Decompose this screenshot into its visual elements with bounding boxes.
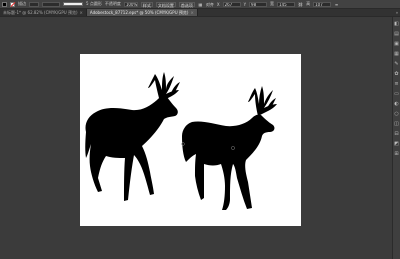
w-label: 宽 — [270, 1, 275, 6]
right-panel-dock: ◧ ▤ ▣ ▦ ✎ ✿ ≡ ▭ ◐ ○ ◫ ⊟ ◩ ⊞ — [392, 17, 400, 259]
deer-artwork[interactable] — [80, 54, 301, 226]
close-icon[interactable]: × — [80, 9, 83, 16]
align-grid-icon[interactable]: ▦ — [198, 2, 203, 7]
gradient-icon[interactable]: ▭ — [394, 91, 400, 97]
menu-icon[interactable]: ≡ — [334, 2, 339, 7]
tab-document-2[interactable]: Adobestock_87712.eps* @ 50% (CMYK/GPU 预览… — [86, 9, 198, 16]
x-label: X — [216, 1, 220, 7]
opacity-label[interactable]: 不透明度 — [105, 1, 121, 8]
swatches-icon[interactable]: ▦ — [394, 51, 400, 57]
link-proportions-icon[interactable]: ⛓ — [298, 2, 303, 7]
transparency-icon[interactable]: ◐ — [394, 101, 400, 107]
transform-icon[interactable]: ⊞ — [394, 151, 400, 157]
fill-swatch[interactable] — [2, 1, 7, 8]
control-bar: 描边 5 点圆形 不透明度 100% 样式 文档设置 首选项 ▦ 对齐 X 26… — [0, 0, 400, 9]
tab-label: 未标题-1* @ 62.82% (CMYK/GPU 预览) — [3, 10, 78, 15]
layers-icon[interactable]: ◧ — [394, 21, 400, 27]
y-field[interactable]: 98 mm — [249, 1, 268, 7]
tab-label: Adobestock_87712.eps* @ 50% (CMYK/GPU 预览… — [89, 10, 189, 15]
artboard[interactable] — [80, 54, 301, 226]
properties-icon[interactable]: ▤ — [394, 31, 400, 37]
stroke-none-icon[interactable] — [10, 1, 15, 7]
x-field[interactable]: 267 mm — [222, 1, 241, 7]
variable-width-field[interactable] — [42, 1, 60, 7]
preferences-button[interactable]: 首选项 — [178, 1, 195, 8]
document-tabs: 未标题-1* @ 62.82% (CMYK/GPU 预览) × Adobesto… — [0, 9, 400, 17]
appearance-icon[interactable]: ○ — [394, 111, 400, 117]
fill-color-icon[interactable] — [2, 1, 7, 7]
brush-label: 5 点圆形 — [86, 1, 102, 6]
deer-silhouette-left[interactable] — [85, 72, 180, 201]
style-button[interactable]: 样式 — [140, 1, 153, 8]
stroke-weight-field[interactable] — [29, 1, 39, 7]
collapse-panels-icon[interactable]: » — [394, 9, 400, 16]
stroke-swatch[interactable] — [10, 1, 15, 8]
brush-preview[interactable] — [63, 2, 83, 6]
symbols-icon[interactable]: ✿ — [394, 71, 400, 77]
libraries-icon[interactable]: ▣ — [394, 41, 400, 47]
close-icon[interactable]: × — [190, 9, 193, 16]
y-label: Y — [243, 1, 247, 7]
h-label: 高 — [306, 1, 311, 6]
tab-document-1[interactable]: 未标题-1* @ 62.82% (CMYK/GPU 预览) × — [0, 9, 87, 16]
graphic-styles-icon[interactable]: ◫ — [394, 121, 400, 127]
doc-setup-button[interactable]: 文档设置 — [155, 1, 176, 8]
stroke-label: 描边 — [18, 1, 26, 6]
deer-silhouette-right[interactable] — [182, 86, 277, 210]
align-label[interactable]: 对齐 — [206, 2, 214, 7]
brushes-icon[interactable]: ✎ — [394, 61, 400, 67]
w-field[interactable]: 145 mm — [277, 1, 296, 7]
canvas-workspace[interactable] — [0, 17, 400, 259]
h-field[interactable]: 107 mm — [313, 1, 332, 7]
stroke-icon[interactable]: ≡ — [394, 81, 400, 87]
pathfinder-icon[interactable]: ◩ — [394, 141, 400, 147]
align-icon[interactable]: ⊟ — [394, 131, 400, 137]
opacity-field[interactable]: 100% — [123, 1, 138, 7]
